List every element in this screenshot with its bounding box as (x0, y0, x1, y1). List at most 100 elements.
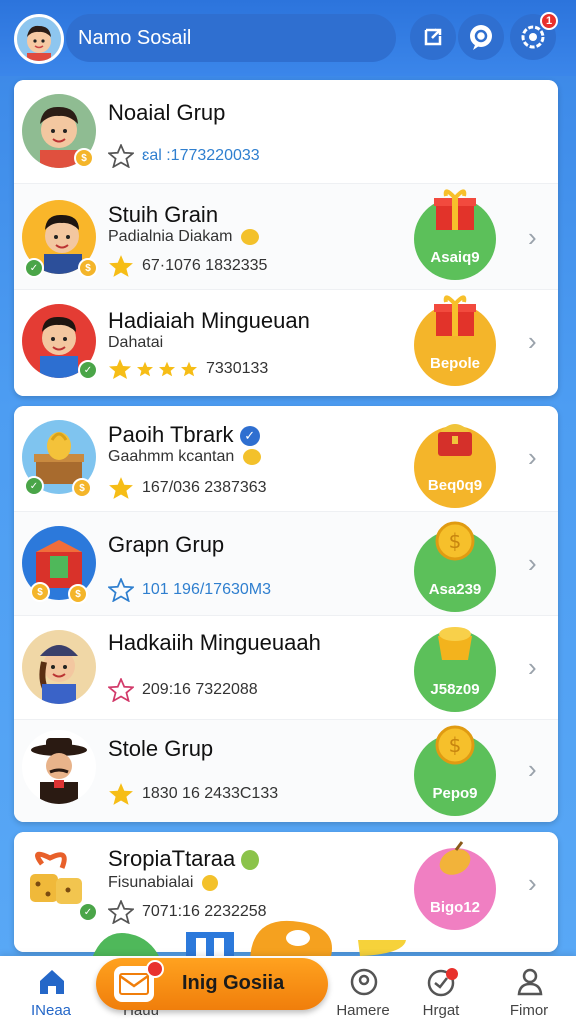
chevron-right-icon[interactable]: › (528, 222, 537, 253)
group-avatar (22, 630, 96, 704)
chevron-right-icon[interactable]: › (528, 754, 537, 785)
coin-badge-icon: $ (72, 478, 92, 498)
coin-badge-icon: $ (74, 148, 94, 168)
profile-avatar[interactable] (14, 14, 64, 64)
reward-badge[interactable]: Asaiq9 (414, 189, 496, 280)
person-icon (517, 968, 543, 996)
basket-icon (438, 627, 472, 660)
group-stat: 167/036 2387363 (108, 476, 267, 500)
group-title: Hadkaiih Mingueuaah (108, 630, 321, 655)
gem-icon (241, 850, 260, 871)
tab-home[interactable]: INeaa (6, 962, 96, 1022)
chat-icon (470, 25, 492, 50)
top-header: Namo Sosail 1 (0, 0, 576, 76)
group-avatar: ✓ $ (22, 420, 96, 498)
group-stat: 1830 16 2433C133 (108, 782, 278, 806)
reward-label: Bepole (429, 355, 480, 372)
group-stat-text: 1830 16 2433C133 (142, 785, 279, 802)
star-outline-icon (108, 678, 134, 702)
reward-label: J58z09 (430, 681, 480, 698)
group-card: $ Noaial Grup ɛal :1773220033 ✓ $ Stuih … (14, 80, 558, 396)
chest-icon (438, 424, 472, 456)
chevron-right-icon[interactable]: › (528, 326, 537, 357)
reward-badge[interactable]: J58z09 (414, 627, 496, 712)
decorative-shapes-icon (92, 920, 406, 960)
group-title-text: Paoih Tbrark (108, 422, 234, 447)
chat-button[interactable] (458, 14, 504, 60)
group-row[interactable]: $ $ Grapn Grup 101 196/17630M3 $ Asa239 … (14, 512, 558, 616)
group-row[interactable]: Hadkaiih Mingueuaah 209:16 7322088 J58z0… (14, 616, 558, 720)
group-stat: 7330133 (108, 358, 268, 380)
group-stat-text: ɛal :1773220033 (142, 147, 260, 164)
group-subtitle: Fisunabialai (108, 874, 218, 892)
emoji-icon (201, 874, 218, 891)
group-stat: 101 196/17630M3 (108, 578, 271, 602)
group-stat: 209:16 7322088 (108, 678, 258, 702)
group-title-text: SropiaTtaraa (108, 846, 236, 871)
cowboy-avatar-icon (22, 730, 96, 804)
pirate-girl-avatar-icon (22, 630, 96, 704)
chevron-right-icon[interactable]: › (528, 442, 537, 473)
group-row[interactable]: $ Noaial Grup ɛal :1773220033 (14, 80, 558, 184)
group-title: Stuih Grain (108, 202, 219, 227)
group-avatar: ✓ $ (22, 200, 98, 278)
notification-badge: 1 (540, 12, 558, 30)
star-gold-icon (137, 361, 153, 377)
decorative-peek (0, 920, 576, 960)
reward-label: Bigo12 (429, 899, 480, 916)
reward-badge[interactable]: $ Asa239 (414, 521, 496, 612)
group-stat-text: 7330133 (206, 360, 269, 377)
group-avatar: $ (22, 94, 96, 168)
group-avatar: $ $ (22, 526, 96, 604)
reward-badge[interactable]: Beq0q9 (414, 424, 496, 508)
group-row[interactable]: Stole Grup 1830 16 2433C133 $ Pepo9 › (14, 720, 558, 822)
star-gold-icon (109, 359, 131, 379)
tab-gift-chat[interactable]: Hrgat (396, 962, 486, 1022)
settings-button[interactable]: 1 (510, 12, 558, 60)
svg-text:$: $ (449, 529, 462, 553)
tab-profile-circle[interactable]: Hamere (318, 962, 408, 1022)
coin-icon: $ (435, 725, 475, 765)
chevron-right-icon[interactable]: › (528, 548, 537, 579)
tab-person[interactable]: Fimor (484, 962, 574, 1022)
group-stat-text: 7071:16 2232258 (142, 903, 267, 920)
coin-badge-icon: $ (78, 258, 98, 278)
reward-label: Beq0q9 (427, 477, 483, 494)
center-action-button[interactable]: Inig Gosiia (96, 958, 328, 1010)
coin-badge-icon: $ (30, 582, 50, 602)
group-title: Noaial Grup (108, 100, 226, 125)
center-button-label: Inig Gosiia (182, 972, 285, 994)
home-icon (40, 970, 64, 994)
chevron-right-icon[interactable]: › (528, 652, 537, 683)
tab-label: Hrgat (422, 1002, 460, 1019)
gift-icon (434, 295, 476, 336)
reward-badge[interactable]: Bigo12 (414, 841, 496, 930)
group-row[interactable]: ✓ $ Paoih Tbrark ✓ Gaahmm kcantan 167/03… (14, 406, 558, 512)
group-row[interactable]: ✓ Hadiaiah Mingueuan Dahatai 7330133 Bep… (14, 290, 558, 396)
share-button[interactable] (410, 14, 456, 60)
chevron-right-icon[interactable]: › (528, 868, 537, 899)
check-badge-icon: ✓ (78, 360, 98, 380)
reward-badge[interactable]: $ Pepo9 (414, 725, 496, 816)
mango-icon (439, 841, 471, 875)
star-gold-icon (109, 783, 133, 805)
star-gold-icon (109, 255, 133, 277)
emoji-icon (240, 228, 259, 245)
group-row[interactable]: ✓ $ Stuih Grain Padialnia Diakam 67·1076… (14, 184, 558, 290)
check-badge-icon: ✓ (24, 258, 44, 278)
star-gold-icon (181, 361, 197, 377)
profile-name[interactable]: Namo Sosail (66, 14, 396, 62)
tab-label: Hamere (336, 1002, 390, 1019)
group-title: Stole Grup (108, 736, 214, 761)
star-outline-icon (108, 578, 134, 602)
group-avatar: ✓ (22, 844, 98, 922)
verified-icon: ✓ (239, 426, 260, 447)
profile-circle-icon (350, 968, 378, 996)
gift-chat-icon (427, 968, 458, 997)
reward-label: Asa239 (428, 581, 482, 598)
star-outline-icon (108, 144, 134, 168)
star-gold-icon (109, 477, 133, 499)
reward-label: Asaiq9 (430, 249, 480, 266)
reward-badge[interactable]: Bepole (414, 295, 496, 386)
group-stat: ɛal :1773220033 (108, 144, 260, 168)
